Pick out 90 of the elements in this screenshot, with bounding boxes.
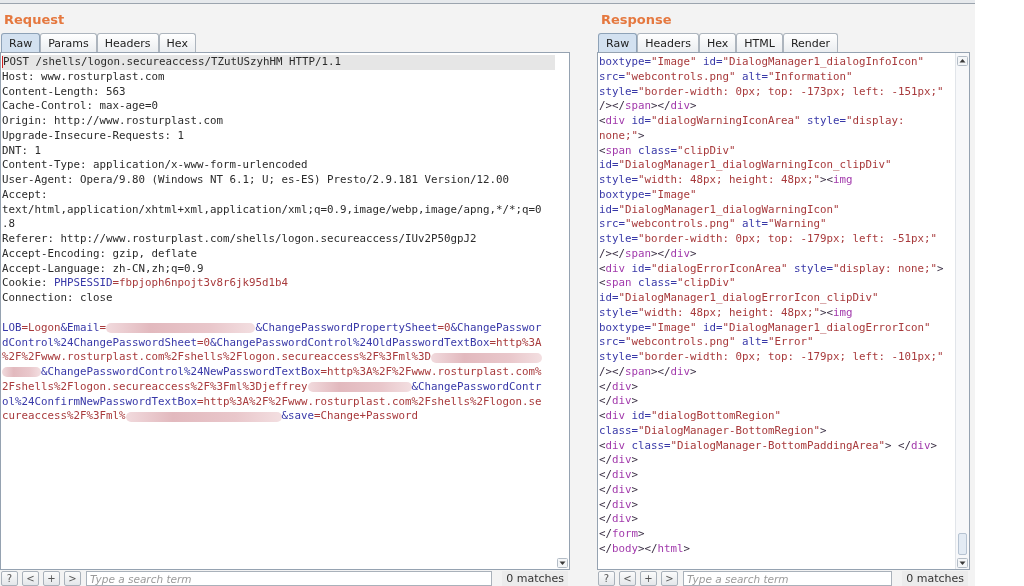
search-field[interactable]: Type a search term — [86, 571, 493, 586]
help-button[interactable]: ? — [598, 571, 615, 586]
request-editor[interactable] — [0, 52, 570, 570]
code-line: style="border-width: 0px; top: -173px; left: -151px;" — [599, 84, 945, 100]
code-line: style="border-width: 0px; top: -179px; left: -101px;" — [599, 350, 945, 365]
request-body-text: &ChangePasswordPropertySheet=0&ChangePasswor — [255, 320, 542, 336]
scrollbar[interactable] — [955, 53, 969, 569]
request-body-text: &ChangePasswordContr — [411, 379, 542, 395]
request-body-text: 2Fshells%2Flogon.secureaccess%2F%3Fml%3Djeffrey — [2, 379, 308, 395]
header-line: Host: www.rosturplast.com — [2, 69, 166, 85]
code-line: <div id="dialogErrorIconArea" style="display: none;"> — [599, 261, 945, 277]
tab[interactable]: Raw — [598, 33, 638, 52]
code-line: boxtype="Image" id="DialogManager1_dialogInfoIcon" — [599, 55, 926, 70]
code-line: style="width: 48px; height: 48px;"><img — [599, 173, 854, 188]
text-cursor — [2, 56, 3, 69]
code-line: id="DialogManager1_dialogWarningIcon" — [599, 202, 841, 218]
code-line: <span class="clipDiv" — [599, 143, 737, 159]
tab[interactable]: Raw — [1, 33, 41, 52]
match-count: 0 matches — [502, 571, 568, 586]
code-line: </div> — [599, 453, 640, 468]
header-line: Accept-Encoding: gzip, deflate — [2, 246, 199, 262]
request-body-text: &ChangePasswordControl%24NewPasswordTextBox=http%3A%2F%2Fwww.rosturplast.com% — [41, 365, 542, 380]
blurred-text — [2, 367, 41, 378]
previous-button[interactable]: < — [22, 571, 39, 586]
help-button[interactable]: ? — [1, 571, 18, 586]
search-field[interactable]: Type a search term — [683, 571, 893, 586]
header-line: Content-Length: 563 — [2, 84, 127, 100]
scroll-down-arrow-icon[interactable] — [957, 558, 968, 568]
next-button[interactable]: > — [661, 571, 678, 586]
header-line: Cookie: PHPSESSID=fbpjoph6npojt3v8r6jk95d1b4 — [2, 276, 290, 292]
code-line: </form> — [599, 527, 646, 542]
code-line: style="border-width: 0px; top: -179px; left: -51px;" — [599, 232, 939, 247]
pane-title: Response — [601, 11, 672, 27]
code-line: <div id="dialogWarningIconArea" style="display: — [599, 114, 906, 129]
next-button[interactable]: > — [64, 571, 81, 586]
code-line: src="webcontrols.png" alt="Error" — [599, 335, 815, 350]
code-line: boxtype="Image" id="DialogManager1_dialogErrorIcon" — [599, 320, 932, 336]
request-body-text: cureaccess%2F%3Fml% — [2, 409, 126, 424]
header-line: Upgrade-Insecure-Requests: 1 — [2, 128, 186, 144]
header-line: Connection: close — [2, 291, 114, 306]
code-line: /></span></div> — [599, 99, 698, 114]
request-line: POST /shells/logon.secureaccess/TZutUSzyhHM HTTP/1.1 — [3, 55, 341, 70]
header-line: Content-Type: application/x-www-form-urlencoded — [2, 158, 309, 174]
tab[interactable]: HTML — [736, 33, 783, 52]
previous-button[interactable]: < — [619, 571, 636, 586]
code-line: /></span></div> — [599, 246, 698, 262]
code-line: class="DialogManager-BottomRegion"> — [599, 423, 828, 439]
scroll-up-arrow-icon[interactable] — [957, 56, 968, 66]
header-line: Accept-Language: zh-CN,zh;q=0.9 — [2, 261, 205, 277]
add-button[interactable]: + — [43, 571, 60, 586]
code-line: </div> — [599, 468, 640, 483]
tab[interactable]: Params — [40, 33, 97, 52]
pane-title: Request — [4, 11, 65, 27]
tab[interactable]: Hex — [698, 33, 737, 52]
request-body-text: &save=Change+Password — [281, 409, 419, 424]
code-line: <div class="DialogManager-BottomPaddingArea"> </div> — [599, 438, 939, 454]
code-line: <span class="clipDiv" — [599, 276, 737, 291]
scrollbar-thumb[interactable] — [958, 533, 967, 555]
match-count: 0 matches — [902, 571, 968, 586]
code-line: /></span></div> — [599, 364, 698, 380]
code-line: id="DialogManager1_dialogErrorIcon_clipDiv" — [599, 291, 880, 306]
code-line: src="webcontrols.png" alt="Information" — [599, 69, 854, 85]
response-viewer[interactable] — [597, 52, 970, 570]
header-line: Referer: http://www.rosturplast.com/shells/logon.secureaccess/IUv2P50gpJ2 — [2, 232, 478, 247]
request-body-text: LOB=Logon&Email= — [2, 320, 107, 336]
code-line: none;"> — [599, 128, 646, 144]
header-line: User-Agent: Opera/9.80 (Windows NT 6.1; U; es-ES) Presto/2.9.181 Version/12.00 — [2, 173, 511, 188]
code-line: boxtype="Image" — [599, 187, 698, 203]
code-line: </div> — [599, 394, 640, 409]
add-button[interactable]: + — [640, 571, 657, 586]
code-line: src="webcontrols.png" alt="Warning" — [599, 217, 828, 232]
tab[interactable]: Hex — [158, 33, 196, 52]
request-body-text: dControl%24ChangePasswordSheet=0&ChangePasswordControl%24OldPasswordTextBox=http%3A — [2, 335, 542, 351]
code-line: id="DialogManager1_dialogWarningIcon_clipDiv" — [599, 158, 893, 173]
code-line: </div> — [599, 379, 640, 395]
code-line: style="width: 48px; height: 48px;"><img — [599, 305, 854, 321]
code-line: </body></html> — [599, 541, 692, 557]
request-body-text: ol%24ConfirmNewPasswordTextBox=http%3A%2F%2Fwww.rosturplast.com%2Fshells%2Flogon.se — [2, 394, 542, 410]
code-line: </div> — [599, 512, 640, 527]
header-line: Cache-Control: max-age=0 — [2, 99, 160, 115]
code-line: </div> — [599, 482, 640, 498]
code-line: <div id="dialogBottomRegion" — [599, 409, 783, 424]
code-line: </div> — [599, 497, 640, 513]
request-body-text: %2F%2Fwww.rosturplast.com%2Fshells%2Flogon.secureaccess%2F%3Fml%3D — [2, 350, 432, 365]
header-line: DNT: 1 — [2, 143, 43, 159]
header-line: Origin: http://www.rosturplast.com — [2, 114, 225, 129]
tab[interactable]: Render — [782, 33, 839, 52]
scroll-down-arrow-icon[interactable] — [556, 558, 568, 568]
tab[interactable]: Headers — [637, 33, 699, 52]
tab[interactable]: Headers — [96, 33, 159, 52]
